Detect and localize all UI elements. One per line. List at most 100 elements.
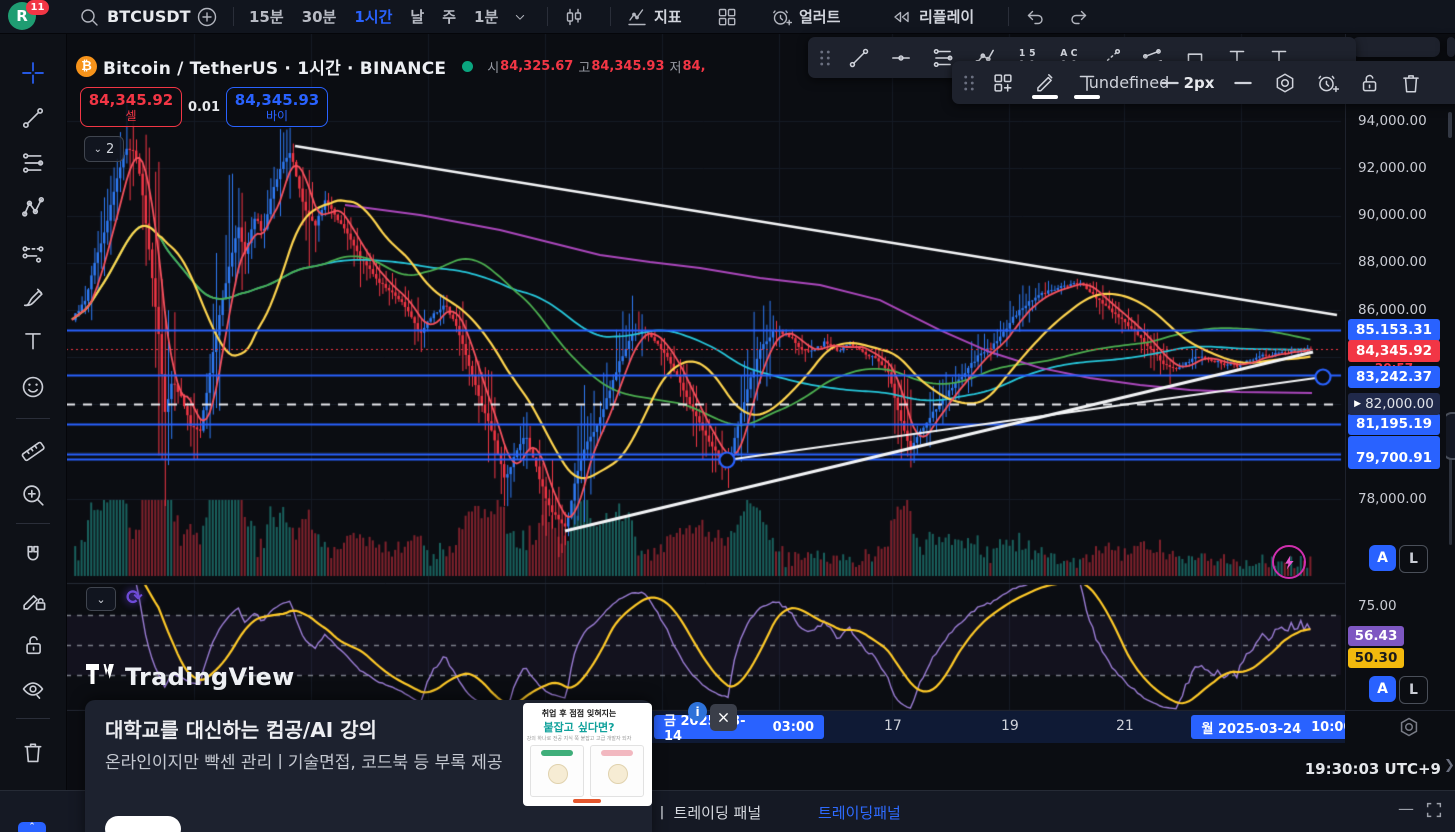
templates-button[interactable] — [982, 65, 1024, 101]
indicators-button[interactable]: 지표 — [626, 0, 682, 33]
tradingview-logo-text: TradingView — [125, 663, 295, 691]
drag-handle-icon[interactable] — [956, 65, 982, 101]
candles-icon — [563, 6, 585, 28]
drawing-toolbar — [0, 33, 67, 790]
forecast-tool-icon[interactable] — [15, 235, 51, 271]
price-chart-canvas[interactable] — [66, 33, 1345, 742]
timeframe-tf-1h[interactable]: 1시간 — [345, 6, 401, 27]
text-tool-icon[interactable] — [15, 323, 51, 359]
undo-button[interactable] — [1024, 0, 1046, 33]
sell-button[interactable]: 84,345.92 셀 — [80, 87, 182, 127]
trading-panel-tab[interactable]: ㅣ 트레이딩 패널 — [655, 802, 761, 823]
timeframe-dropdown[interactable] — [512, 0, 528, 33]
pattern-tool-icon[interactable] — [15, 190, 51, 226]
time-tick: 21 — [1116, 718, 1134, 734]
restore-panel-icon[interactable] — [1424, 800, 1444, 820]
remove-objects-tool-icon[interactable] — [15, 734, 51, 770]
scrollbar-fragment[interactable] — [1448, 112, 1452, 138]
timeframe-tf-15m[interactable]: 15분 — [240, 6, 293, 27]
tradingview-app: BTCUSDT 15분 30분 1시간 날 주 1분 지표 얼러트 리플레이 R… — [0, 0, 1455, 832]
rsi-auto-scale-button[interactable]: A — [1369, 676, 1396, 702]
ad-banner[interactable]: 대학교를 대신하는 컴공/AI 강의 온라인이지만 빡센 관리ㅣ기술면접, 코드… — [85, 700, 652, 832]
tradingview-logo[interactable]: TradingView — [86, 663, 295, 691]
chart-style-button[interactable] — [563, 0, 585, 33]
search-icon — [78, 6, 100, 28]
timeframe-row: 15분 30분 1시간 날 주 1분 — [240, 0, 507, 33]
symbol-title[interactable]: Bitcoin / TetherUS · 1시간 · BINANCE — [103, 54, 446, 79]
ohlc-key: 저 — [669, 60, 682, 76]
quick-trade-bolt-button[interactable] — [1272, 545, 1306, 579]
hline-tool-icon[interactable] — [880, 40, 922, 76]
trend-tool-icon[interactable] — [838, 40, 880, 76]
minimize-panel-icon[interactable]: — — [1398, 799, 1414, 818]
rsi-refresh-icon[interactable]: ⟳ — [126, 585, 150, 609]
rewind-icon — [890, 6, 912, 28]
ad-panel-left — [530, 745, 584, 797]
drag-handle-icon[interactable] — [812, 40, 838, 76]
trading-panel-link[interactable]: 트레이딩패널 — [818, 802, 901, 823]
svg-text:1: 1 — [1019, 47, 1025, 58]
price-tick: 90,000.00 — [1358, 207, 1427, 223]
price-axis[interactable]: 94,000.00 92,000.00 90,000.00 88,000.00 86,0… — [1345, 33, 1446, 742]
symbol-search-button[interactable]: BTCUSDT — [78, 0, 191, 33]
range-start-time: 03:00 — [772, 719, 814, 735]
delete-button[interactable] — [1390, 65, 1432, 101]
buy-label: 바이 — [265, 108, 289, 123]
compare-add-button[interactable] — [196, 0, 218, 33]
crosshair-icon[interactable] — [15, 55, 51, 91]
price-log-scale-button[interactable]: L — [1399, 545, 1428, 573]
ad-close-button[interactable] — [710, 704, 737, 731]
timeframe-tf-1m[interactable]: 1분 — [465, 6, 507, 27]
timeframe-tf-week[interactable]: 주 — [433, 6, 465, 27]
ad-cta-button[interactable] — [105, 816, 181, 832]
bottom-panel-chevron-icon[interactable]: ❯ — [1444, 758, 1455, 773]
separator — [233, 7, 234, 26]
trend-line-tool-icon[interactable] — [15, 100, 51, 136]
indicators-label: 지표 — [654, 8, 682, 26]
line-thickness-value: 2px — [1183, 73, 1215, 92]
replay-button[interactable]: 리플레이 — [890, 0, 974, 33]
zoom-in-tool-icon[interactable] — [15, 477, 51, 513]
drawing-lock-tool-icon[interactable] — [15, 582, 51, 618]
settings-button[interactable] — [1264, 65, 1306, 101]
alert-button[interactable]: 얼러트 — [770, 0, 840, 33]
layout-grid-button[interactable] — [716, 0, 738, 33]
price-tick: 78,000.00 — [1358, 491, 1427, 507]
brush-tool-icon[interactable] — [15, 279, 51, 315]
add-alert-button[interactable] — [1306, 65, 1348, 101]
ad-image-caption: 강의 하나로 전공 지식 쭉 붙잡고 고급 개발자 되자 — [526, 736, 632, 742]
chevron-down-icon — [512, 9, 528, 25]
redo-button[interactable] — [1068, 0, 1090, 33]
ohlc-key: 시 — [487, 60, 500, 76]
lock-button[interactable] — [1348, 65, 1390, 101]
lock-all-tool-icon[interactable] — [15, 627, 51, 663]
buy-button[interactable]: 84,345.93 바이 — [226, 87, 328, 127]
timeframe-tf-day[interactable]: 날 — [401, 6, 433, 27]
emoji-tool-icon[interactable] — [15, 369, 51, 405]
chevron-down-icon: ⌄ — [93, 143, 103, 155]
level-83242: 83,242.37 — [1348, 366, 1440, 388]
collapsed-indicators-chip[interactable]: ⌄ 2 — [84, 136, 124, 162]
price-auto-scale-button[interactable]: A — [1369, 545, 1396, 571]
rsi-collapse-chip[interactable]: ⌄ — [86, 587, 116, 611]
line-thickness-button[interactable]: 2px — [1150, 65, 1222, 101]
axis-settings-gear-icon[interactable] — [1397, 715, 1421, 739]
ohlc-value: 84,345.93 — [591, 58, 665, 74]
ad-brand-logo — [573, 799, 601, 803]
ad-info-icon[interactable]: i — [688, 702, 707, 721]
hide-drawings-tool-icon[interactable] — [15, 671, 51, 707]
magnet-tool-icon[interactable] — [15, 537, 51, 573]
fib-retracement-tool-icon[interactable] — [15, 145, 51, 181]
rsi-log-scale-button[interactable]: L — [1399, 676, 1428, 704]
current-price: 84,345.92 — [1348, 340, 1440, 362]
sidebar-bottom-button[interactable]: ⌃ — [18, 822, 46, 832]
ad-image[interactable]: 취업 후 점점 잊혀지는 붙잡고 싶다면? 강의 하나로 전공 지식 쭉 붙잡고… — [523, 703, 652, 806]
ad-character — [608, 764, 628, 784]
measure-tool-icon[interactable] — [15, 432, 51, 468]
alarm-clock-icon — [770, 6, 792, 28]
textcolor-button[interactable]: undefined — [1089, 65, 1170, 101]
line-style-button[interactable] — [1222, 65, 1264, 101]
layout-grid-icon — [716, 6, 738, 28]
timeframe-tf-30m[interactable]: 30분 — [293, 6, 346, 27]
line-color-button[interactable] — [1024, 65, 1066, 101]
